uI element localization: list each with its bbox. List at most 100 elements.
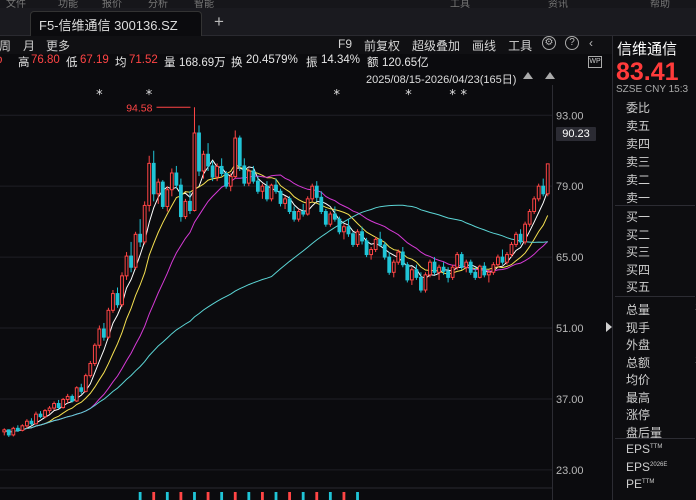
triangle-icon[interactable] — [523, 72, 533, 79]
kline-chart[interactable]: 93.0079.0065.0051.0037.0023.0094.58* * * * *… — [0, 85, 612, 500]
volume-bar — [342, 492, 346, 500]
candle-body — [505, 254, 509, 263]
candle-body — [323, 211, 328, 225]
period-more[interactable]: 更多 — [46, 37, 70, 54]
candle-body — [310, 185, 315, 200]
candle-body — [387, 256, 392, 273]
candle-body — [183, 200, 188, 218]
candle-body — [242, 165, 247, 184]
candle-body — [34, 413, 38, 425]
candle-body — [188, 200, 192, 211]
candle-body — [378, 238, 383, 246]
event-marker: * — [333, 88, 340, 103]
candle-body — [97, 328, 102, 346]
candle-body — [61, 398, 66, 409]
chevron-left-icon[interactable]: ‹ — [589, 36, 593, 50]
candle-body — [111, 293, 115, 311]
volume-bar — [356, 492, 359, 500]
candle-body — [369, 249, 374, 256]
candle-body — [47, 407, 52, 412]
candle-body — [25, 420, 29, 427]
candle-body — [536, 185, 541, 200]
menu-item[interactable]: 资讯 — [548, 0, 568, 8]
adjust-button[interactable]: 前复权 — [364, 37, 400, 54]
stat-label: 总量 — [626, 303, 651, 317]
candle-body — [455, 254, 460, 268]
candle-body — [106, 309, 111, 338]
candle-body — [283, 198, 287, 204]
period-month[interactable]: 月 — [23, 37, 35, 54]
bid-level-label: 买四 — [626, 262, 651, 277]
help-icon[interactable]: ? — [565, 36, 579, 50]
candle-body — [346, 226, 351, 235]
turnover-value: 20.4579% — [246, 54, 298, 66]
candle-body — [527, 211, 532, 225]
candle-body — [138, 233, 143, 243]
tab-stock[interactable]: F5-信维通信 300136.SZ — [30, 11, 202, 36]
menu-item[interactable]: 分析 — [148, 0, 168, 8]
stat-label: 涨停 — [626, 408, 651, 422]
candle-body — [296, 211, 301, 220]
candle-body — [423, 274, 428, 291]
triangle-icon[interactable] — [545, 72, 555, 79]
add-tab-button[interactable]: + — [214, 12, 224, 32]
menu-item[interactable]: 功能 — [58, 0, 78, 8]
candle-body — [29, 420, 34, 425]
tools-button[interactable]: 工具 — [508, 37, 532, 54]
candle-body — [391, 261, 396, 273]
candle-body — [468, 261, 473, 273]
candle-body — [219, 165, 224, 175]
candle-body — [342, 226, 346, 233]
market-info: SZSE CNY 15:3 — [616, 84, 689, 95]
collapse-arrow-icon[interactable] — [606, 322, 612, 332]
candle-body — [251, 170, 256, 182]
candle-body — [70, 395, 75, 402]
gear-icon[interactable]: ⚙ — [542, 36, 556, 50]
bid-level-label: 买三 — [626, 245, 651, 259]
candle-body — [260, 185, 265, 192]
quote-panel: 信维通信 83.41 SZSE CNY 15:3 委比 卖五 卖四 卖三 卖二 卖一 买一买… — [612, 36, 696, 500]
volume-bar — [261, 492, 264, 500]
bid-level-label: 买一 — [626, 210, 651, 224]
menu-item[interactable]: 报价 — [102, 0, 122, 8]
draw-button[interactable]: 画线 — [472, 37, 496, 54]
candle-body — [228, 176, 233, 187]
bid-level-label: 买五 — [626, 280, 651, 294]
menu-item[interactable]: 文件 — [6, 0, 26, 8]
avg-value: 71.52 — [129, 54, 158, 66]
candle-body — [178, 184, 183, 218]
candle-body — [441, 266, 446, 272]
overlay-button[interactable]: 超级叠加 — [412, 37, 460, 54]
candle-body — [265, 185, 269, 200]
menu-item[interactable]: 帮助 — [650, 0, 670, 8]
wp-icon[interactable]: WP — [588, 56, 602, 68]
candle-body — [74, 387, 79, 402]
candle-body — [65, 395, 70, 400]
event-marker: * — [460, 88, 467, 103]
menu-item[interactable]: 智能 — [194, 0, 214, 8]
avg-label: 均 — [115, 57, 127, 69]
stat-label: 均价 — [626, 373, 651, 387]
period-week[interactable]: 周 — [0, 37, 11, 54]
volume-bar — [220, 492, 224, 500]
candle-body — [364, 240, 369, 256]
candle-body — [305, 198, 310, 215]
last-price: 83.41 — [616, 58, 679, 86]
candle-body — [473, 271, 478, 278]
menu-item[interactable]: 工具 — [450, 0, 470, 8]
tab-title: F5-信维通信 300136.SZ — [39, 17, 178, 33]
candle-body — [142, 204, 147, 243]
candle-body — [509, 243, 514, 256]
candle-body — [414, 269, 419, 278]
ask-level-label: 卖一 — [626, 191, 651, 205]
candle-body — [382, 244, 387, 258]
candle-body — [197, 132, 201, 172]
candle-body — [450, 266, 455, 278]
stock-name: 信维通信 — [617, 41, 678, 58]
f9-button[interactable]: F9 — [338, 37, 352, 54]
candle-body — [255, 180, 260, 192]
candle-body — [156, 181, 161, 195]
candle-body — [11, 427, 16, 436]
divider — [615, 296, 695, 297]
candle-body — [115, 293, 120, 306]
